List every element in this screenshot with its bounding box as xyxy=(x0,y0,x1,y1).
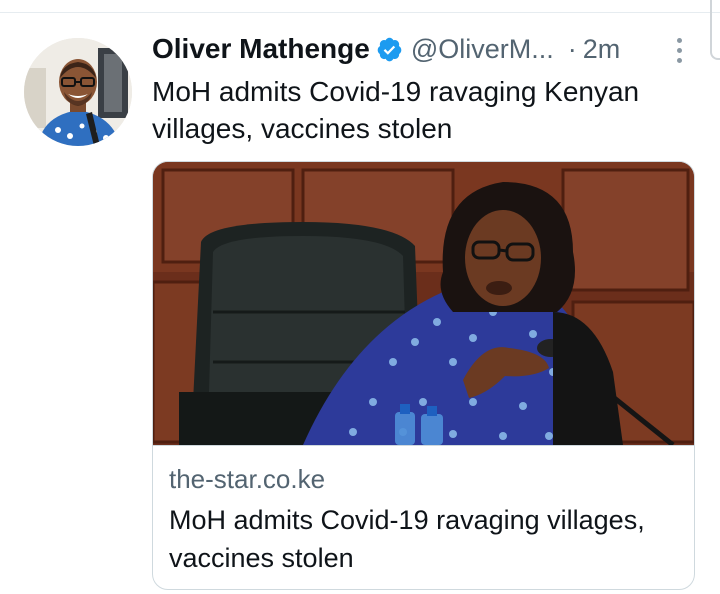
more-dot xyxy=(676,58,682,63)
author-handle[interactable]: @OliverM... xyxy=(411,34,554,65)
tweet-text: MoH admits Covid-19 ravaging Kenyan vill… xyxy=(152,76,640,144)
card-divider xyxy=(153,445,694,446)
avatar[interactable] xyxy=(24,38,132,146)
more-dot xyxy=(676,48,682,53)
separator-dot: · xyxy=(567,33,577,64)
verified-badge-icon xyxy=(377,37,402,61)
card-image[interactable] xyxy=(153,162,694,445)
more-dot xyxy=(676,38,682,43)
more-options-icon[interactable] xyxy=(672,38,686,68)
card-domain: the-star.co.ke xyxy=(169,464,326,494)
tweet-header: Oliver Mathenge @OliverM... · 2m xyxy=(152,31,692,67)
tweet[interactable]: Oliver Mathenge @OliverM... · 2m MoH adm… xyxy=(0,13,720,594)
card-title: MoH admits Covid-19 ravaging villages, v… xyxy=(169,505,645,573)
link-card[interactable]: the-star.co.ke MoH admits Covid-19 ravag… xyxy=(152,161,695,590)
avatar-photo xyxy=(24,38,132,146)
timestamp[interactable]: 2m xyxy=(583,34,621,65)
author-name[interactable]: Oliver Mathenge xyxy=(152,33,370,65)
